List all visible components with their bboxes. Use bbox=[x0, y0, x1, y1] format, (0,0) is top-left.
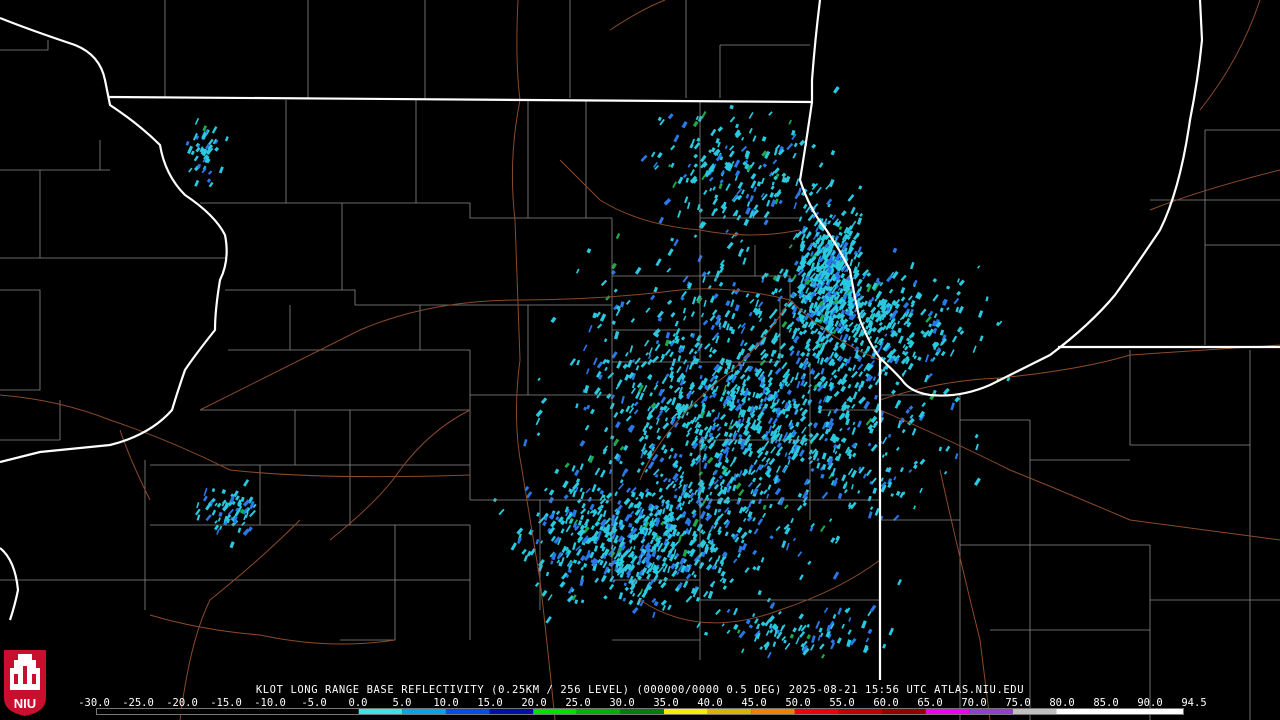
legend-label: 94.5 bbox=[1181, 697, 1207, 709]
legend-color-swatch bbox=[663, 709, 708, 714]
legend-color-swatch bbox=[969, 709, 1013, 714]
legend-color-swatch bbox=[838, 709, 883, 714]
legend-color-swatch bbox=[402, 709, 446, 714]
niu-logo: NIU bbox=[4, 650, 46, 716]
legend-color-swatch bbox=[533, 709, 577, 714]
legend-color-swatch bbox=[489, 709, 534, 714]
legend-color-swatch bbox=[751, 709, 795, 714]
logo-text: NIU bbox=[14, 696, 36, 711]
legend-color-swatch bbox=[445, 709, 490, 714]
legend-color-swatch bbox=[1056, 709, 1183, 714]
legend-color-swatch bbox=[882, 709, 926, 714]
legend-color-swatch bbox=[707, 709, 752, 714]
legend-color-swatch bbox=[620, 709, 664, 714]
product-caption: KLOT LONG RANGE BASE REFLECTIVITY (0.25K… bbox=[255, 684, 1025, 696]
legend-color-swatch bbox=[925, 709, 970, 714]
legend-color-swatch bbox=[576, 709, 621, 714]
legend-color-swatch bbox=[358, 709, 403, 714]
legend-color-swatch bbox=[97, 709, 359, 714]
legend-color-swatch bbox=[794, 709, 839, 714]
legend-color-bar bbox=[96, 708, 1184, 715]
legend-color-swatch bbox=[1012, 709, 1057, 714]
radar-map bbox=[0, 0, 1280, 720]
